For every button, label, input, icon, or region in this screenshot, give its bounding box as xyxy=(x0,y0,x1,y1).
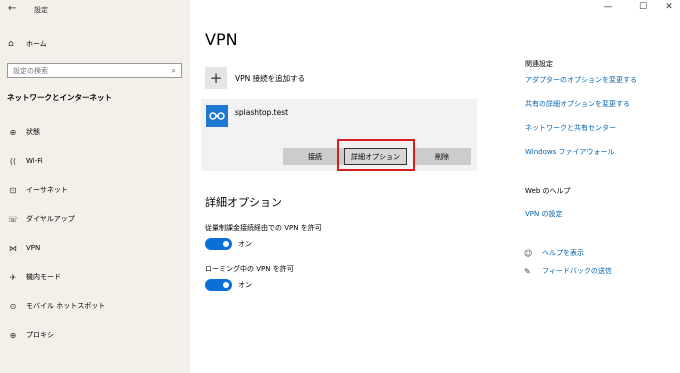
home-icon: ⌂ xyxy=(8,39,14,49)
network-sharing-center-link[interactable]: ネットワークと共有センター xyxy=(525,123,616,133)
sidebar-section-title: ネットワークとインターネット xyxy=(7,93,112,102)
sidebar-item-mobile-hotspot[interactable]: ⊙ モバイル ホットスポット xyxy=(6,298,186,314)
sharing-options-link[interactable]: 共有の詳細オプションを変更する xyxy=(525,99,630,109)
ethernet-icon: ⊡ xyxy=(9,185,17,195)
close-icon[interactable]: ✕ xyxy=(662,2,676,12)
sidebar: ← 設定 ⌂ ホーム ⌕ ネットワークとインターネット ⊕ 状態 (( Wi-F… xyxy=(0,0,190,373)
advanced-options-heading: 詳細オプション xyxy=(205,196,282,209)
metered-vpn-label: 従量制課金接続経由での VPN を許可 xyxy=(205,224,322,232)
vpn-connection-icon xyxy=(206,105,228,127)
sidebar-item-label: プロキシ xyxy=(26,331,54,339)
maximize-icon[interactable]: ☐ xyxy=(636,2,650,12)
adapter-options-link[interactable]: アダプターのオプションを変更する xyxy=(525,75,637,85)
add-vpn-button[interactable]: + VPN 接続を追加する xyxy=(205,67,305,89)
delete-button[interactable]: 削除 xyxy=(413,148,471,165)
metered-vpn-toggle[interactable] xyxy=(205,238,232,250)
send-feedback-label: フィードバックの送信 xyxy=(542,267,612,275)
sidebar-item-proxy[interactable]: ⊕ プロキシ xyxy=(6,327,186,343)
sidebar-item-label: モバイル ホットスポット xyxy=(26,302,106,310)
proxy-icon: ⊕ xyxy=(9,330,17,340)
roaming-vpn-label: ローミング中の VPN を許可 xyxy=(205,265,294,273)
sidebar-item-status[interactable]: ⊕ 状態 xyxy=(6,124,186,140)
highlight-box xyxy=(337,139,415,171)
sidebar-item-label: VPN xyxy=(26,244,41,252)
vpn-connection-name: splashtop.test xyxy=(235,108,289,117)
plus-icon: + xyxy=(205,67,227,89)
sidebar-item-airplane-mode[interactable]: ✈ 機内モード xyxy=(6,269,186,285)
vpn-icon: ⋈ xyxy=(9,243,17,253)
sidebar-item-wifi[interactable]: (( Wi-Fi xyxy=(6,153,186,169)
search-box[interactable]: ⌕ xyxy=(7,63,182,78)
window-title: 設定 xyxy=(34,6,48,14)
toggle-knob xyxy=(223,241,229,247)
roaming-vpn-toggle-row[interactable]: オン xyxy=(205,279,252,291)
roaming-vpn-toggle[interactable] xyxy=(205,279,232,291)
wifi-icon: (( xyxy=(9,156,17,166)
vpn-setup-link[interactable]: VPN の設定 xyxy=(525,209,562,219)
sidebar-item-ethernet[interactable]: ⊡ イーサネット xyxy=(6,182,186,198)
sidebar-item-label: ダイヤルアップ xyxy=(26,215,75,223)
toggle-knob xyxy=(223,282,229,288)
get-help-link[interactable]: ☺ ヘルプを表示 xyxy=(524,248,584,258)
dialup-icon: ☏ xyxy=(7,214,18,224)
send-feedback-link[interactable]: ✎ フィードバックの送信 xyxy=(524,266,612,276)
toggle-state: オン xyxy=(238,281,252,289)
page-title: VPN xyxy=(205,30,238,49)
metered-vpn-toggle-row[interactable]: オン xyxy=(205,238,252,250)
search-input[interactable] xyxy=(13,66,172,75)
sidebar-item-label: Wi-Fi xyxy=(26,157,43,165)
minimize-icon[interactable]: — xyxy=(601,2,615,12)
sidebar-item-label: 状態 xyxy=(26,128,40,136)
web-help-heading: Web のヘルプ xyxy=(525,187,571,195)
back-arrow-icon[interactable]: ← xyxy=(8,3,16,14)
search-icon[interactable]: ⌕ xyxy=(172,66,176,76)
airplane-icon: ✈ xyxy=(9,272,17,282)
sidebar-item-label: イーサネット xyxy=(26,186,68,194)
related-settings-heading: 関連設定 xyxy=(525,60,553,68)
windows-firewall-link[interactable]: Windows ファイアウォール xyxy=(525,147,614,157)
home-nav-item[interactable]: ⌂ ホーム xyxy=(8,37,47,51)
feedback-icon: ✎ xyxy=(524,266,531,276)
hotspot-icon: ⊙ xyxy=(9,301,17,311)
sidebar-item-vpn[interactable]: ⋈ VPN xyxy=(6,240,186,256)
home-label: ホーム xyxy=(26,40,47,48)
help-chat-icon: ☺ xyxy=(524,248,533,258)
status-icon: ⊕ xyxy=(9,127,17,137)
sidebar-item-dialup[interactable]: ☏ ダイヤルアップ xyxy=(6,211,186,227)
toggle-state: オン xyxy=(238,240,252,248)
get-help-label: ヘルプを表示 xyxy=(542,249,584,257)
add-vpn-label: VPN 接続を追加する xyxy=(235,73,306,83)
sidebar-item-label: 機内モード xyxy=(26,273,61,281)
